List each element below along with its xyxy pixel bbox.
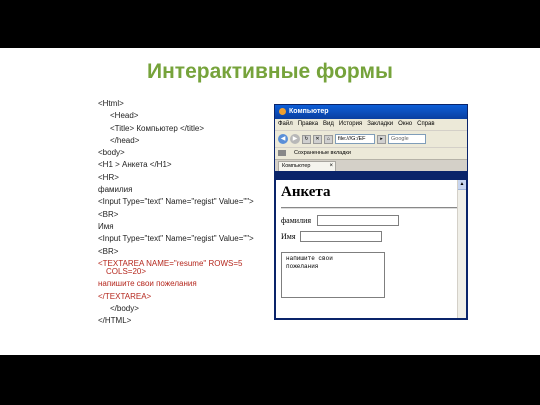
html-code-listing: <Html> <Head> <Title> Компьютер </title>… bbox=[92, 98, 282, 328]
code-line: <BR> bbox=[98, 209, 119, 219]
menu-item[interactable]: Окно bbox=[398, 121, 412, 127]
code-line: фамилия bbox=[98, 185, 133, 195]
code-line: <BR> bbox=[98, 246, 119, 256]
close-icon[interactable]: × bbox=[329, 162, 333, 171]
slide-title: Интерактивные формы bbox=[147, 60, 393, 83]
search-input[interactable]: Google bbox=[388, 134, 426, 144]
code-line: <Input Type="text" Name="regist" Value="… bbox=[98, 234, 254, 244]
code-line: </HTML> bbox=[98, 316, 132, 326]
browser-window: Компьютер Файл Правка Вид История Закладки Ок… bbox=[274, 104, 468, 320]
menu-item[interactable]: Файл bbox=[278, 121, 293, 127]
code-line: <Input Type="text" Name="regist" Value="… bbox=[98, 197, 254, 207]
forward-icon[interactable]: ▶ bbox=[290, 134, 300, 144]
home-icon[interactable]: ⌂ bbox=[324, 134, 333, 144]
address-bar[interactable]: file:///G:/EF bbox=[335, 134, 375, 144]
menu-item[interactable]: Правка bbox=[298, 121, 318, 127]
name-label: Имя bbox=[281, 232, 296, 241]
code-line: </head> bbox=[110, 135, 140, 145]
tab-label: Компьютер bbox=[282, 163, 311, 169]
code-line: напишите свои пожелания bbox=[98, 279, 197, 289]
window-title: Компьютер bbox=[289, 108, 329, 115]
horizontal-rule bbox=[281, 207, 458, 209]
menu-item[interactable]: Закладки bbox=[367, 121, 393, 127]
back-icon[interactable]: ◀ bbox=[278, 134, 288, 144]
slide: Интерактивные формы <Html> <Head> <Title… bbox=[0, 48, 540, 355]
stop-icon[interactable]: ✕ bbox=[313, 134, 322, 144]
menu-item[interactable]: Вид bbox=[323, 121, 334, 127]
code-line: <Title> Компьютер </title> bbox=[110, 123, 205, 133]
surname-label: фамилия bbox=[281, 216, 312, 225]
navigation-toolbar: ◀ ▶ ↻ ✕ ⌂ file:///G:/EF ▸ Google bbox=[275, 130, 467, 147]
tab-computer[interactable]: Компьютер × bbox=[278, 161, 336, 171]
reload-icon[interactable]: ↻ bbox=[302, 134, 311, 144]
code-line: <body> bbox=[98, 148, 125, 158]
code-line: <HR> bbox=[98, 172, 119, 182]
code-line: <H1 > Анкета </H1> bbox=[98, 160, 172, 170]
menu-item[interactable]: История bbox=[339, 121, 362, 127]
browser-icon bbox=[279, 107, 286, 115]
bookmarks-icon[interactable] bbox=[278, 149, 286, 156]
scroll-up-icon[interactable]: ▲ bbox=[458, 180, 466, 190]
code-line: <Head> bbox=[110, 111, 139, 121]
resume-textarea[interactable]: напишите свои пожелания bbox=[281, 252, 385, 298]
code-line: Имя bbox=[98, 221, 114, 231]
vertical-scrollbar[interactable]: ▲ bbox=[457, 180, 466, 318]
surname-field[interactable] bbox=[317, 215, 399, 226]
code-line: </TEXTAREA> bbox=[98, 291, 152, 301]
tab-bar: Компьютер × bbox=[275, 159, 467, 171]
bookmarks-label[interactable]: Сохраненные вкладки bbox=[294, 150, 351, 156]
name-field[interactable] bbox=[300, 231, 382, 242]
go-icon[interactable]: ▸ bbox=[377, 134, 386, 144]
page-heading: Анкета bbox=[281, 184, 331, 200]
menu-item[interactable]: Справ bbox=[417, 121, 434, 127]
window-titlebar[interactable]: Компьютер bbox=[275, 105, 467, 119]
page-content: Анкета фамилия Имя напишите свои пожелан… bbox=[276, 180, 458, 318]
code-line: </body> bbox=[110, 304, 139, 314]
code-line: <Html> bbox=[98, 99, 124, 108]
menu-bar: Файл Правка Вид История Закладки Окно Справ bbox=[275, 119, 467, 130]
bookmarks-bar: Сохраненные вкладки bbox=[275, 147, 467, 159]
